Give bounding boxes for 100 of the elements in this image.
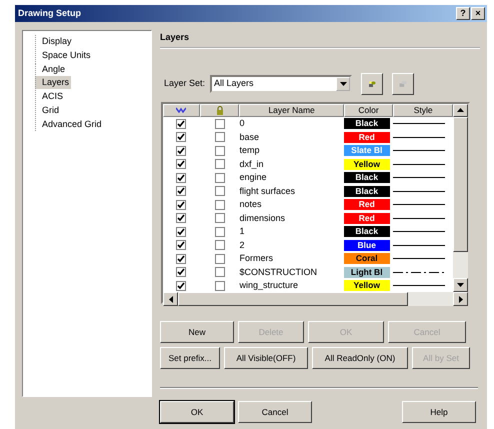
dialog-button[interactable]: Cancel — [238, 400, 312, 423]
tree-item[interactable]: Advanced Grid — [35, 118, 104, 131]
close-button[interactable]: × — [471, 7, 485, 20]
checkbox[interactable] — [176, 159, 186, 170]
color-swatch: Red — [344, 199, 390, 210]
vertical-scrollbar[interactable] — [453, 104, 468, 292]
checkbox[interactable] — [214, 254, 225, 264]
line-style-icon — [393, 244, 446, 247]
line-style-icon — [393, 122, 446, 126]
dropdown-arrow-icon — [340, 82, 347, 86]
color-swatch: Red — [344, 212, 390, 224]
checkbox[interactable] — [176, 213, 186, 224]
layer-name: Formers — [239, 253, 273, 264]
checkbox[interactable] — [214, 213, 225, 224]
layer-tool-button[interactable] — [392, 72, 414, 95]
layer-name: 1 — [239, 226, 244, 237]
checkbox[interactable] — [214, 186, 225, 196]
scroll-down-icon — [457, 283, 464, 288]
layer-name: engine — [239, 172, 266, 183]
checkbox[interactable] — [214, 267, 225, 278]
tree-item[interactable]: Display — [35, 35, 74, 48]
layer-name: flight surfaces — [239, 186, 295, 196]
checkbox[interactable] — [176, 172, 186, 183]
checkbox[interactable] — [176, 240, 186, 250]
layer-name: notes — [239, 199, 262, 210]
color-swatch: Red — [344, 132, 390, 143]
line-style-icon — [393, 203, 446, 206]
layer-name: dimensions — [239, 212, 285, 224]
color-swatch: Black — [344, 186, 390, 197]
color-swatch: Black — [344, 118, 390, 130]
scroll-left-icon — [168, 296, 172, 303]
dialog-button[interactable]: New — [160, 320, 234, 343]
scroll-up-icon — [457, 108, 464, 112]
layer-name: 2 — [239, 240, 244, 250]
dialog-button[interactable]: All ReadOnly (ON) — [312, 346, 408, 369]
column-header[interactable]: Layer Name — [239, 104, 344, 117]
color-swatch: Coral — [344, 253, 390, 264]
section-title: Layers — [160, 30, 480, 49]
line-style-icon — [393, 216, 446, 220]
dropdown-value: All Layers — [214, 78, 255, 90]
tree-item[interactable]: Grid — [35, 104, 62, 117]
color-swatch: Slate Bl — [344, 145, 390, 156]
color-swatch: Black — [344, 172, 390, 184]
column-header[interactable]: Color — [344, 104, 394, 117]
column-header[interactable]: Style — [393, 104, 453, 117]
layer-name: $CONSTRUCTION — [239, 266, 317, 278]
help-button[interactable]: ? — [456, 7, 470, 20]
checkbox[interactable] — [214, 118, 225, 129]
column-header[interactable] — [200, 104, 240, 117]
checkbox[interactable] — [214, 146, 225, 156]
color-swatch: Light Bl — [344, 266, 390, 278]
layer-name: dxf_in — [239, 158, 264, 170]
layer-name: 0 — [239, 118, 244, 129]
dialog-button[interactable]: All Visible(OFF) — [224, 346, 308, 369]
checkbox[interactable] — [214, 226, 225, 237]
checkbox[interactable] — [176, 186, 186, 196]
checkbox[interactable] — [176, 200, 186, 210]
line-style-icon — [393, 162, 446, 166]
checkbox[interactable] — [176, 280, 186, 291]
line-style-icon — [393, 190, 446, 193]
layer-name: temp — [239, 145, 260, 156]
scroll-right-icon — [458, 296, 462, 303]
tree-item[interactable]: Layers — [35, 76, 72, 90]
checkbox[interactable] — [214, 200, 225, 210]
field-label: Layer Set: — [164, 78, 206, 90]
line-style-icon — [393, 270, 446, 274]
checkbox[interactable] — [214, 172, 225, 183]
dialog-button[interactable]: Help — [402, 400, 476, 423]
column-header[interactable] — [163, 104, 200, 117]
tree-item[interactable]: Angle — [35, 62, 68, 76]
checkbox[interactable] — [214, 159, 225, 170]
checkbox[interactable] — [176, 118, 186, 129]
tree-item[interactable]: Space Units — [35, 48, 93, 62]
horizontal-scrollbar[interactable] — [163, 292, 468, 306]
line-style-icon — [393, 176, 446, 180]
checkbox[interactable] — [176, 146, 186, 156]
color-swatch: Yellow — [344, 158, 390, 170]
dialog-button[interactable]: Set prefix... — [160, 346, 220, 369]
visibility-icon — [176, 107, 186, 114]
layer-name: wing_structure — [239, 280, 298, 291]
window-title: Drawing Setup — [18, 8, 82, 19]
checkbox[interactable] — [176, 254, 186, 264]
line-style-icon — [393, 149, 446, 152]
line-style-icon — [393, 230, 446, 234]
checkbox[interactable] — [214, 240, 225, 250]
layer-name: base — [239, 132, 259, 142]
line-style-icon — [393, 136, 446, 139]
checkbox[interactable] — [176, 132, 186, 142]
color-swatch: Blue — [344, 240, 390, 251]
checkbox[interactable] — [176, 226, 186, 237]
lock-icon — [216, 106, 224, 115]
dialog-button[interactable]: OK — [160, 400, 234, 423]
tree-item[interactable]: ACIS — [35, 90, 66, 103]
checkbox[interactable] — [214, 280, 225, 291]
layer-tool-button[interactable] — [361, 72, 384, 95]
line-style-icon — [393, 284, 446, 288]
checkbox[interactable] — [214, 132, 225, 142]
color-swatch: Yellow — [344, 280, 390, 292]
layer-set-dropdown[interactable]: All Layers — [210, 74, 352, 93]
checkbox[interactable] — [176, 267, 186, 278]
